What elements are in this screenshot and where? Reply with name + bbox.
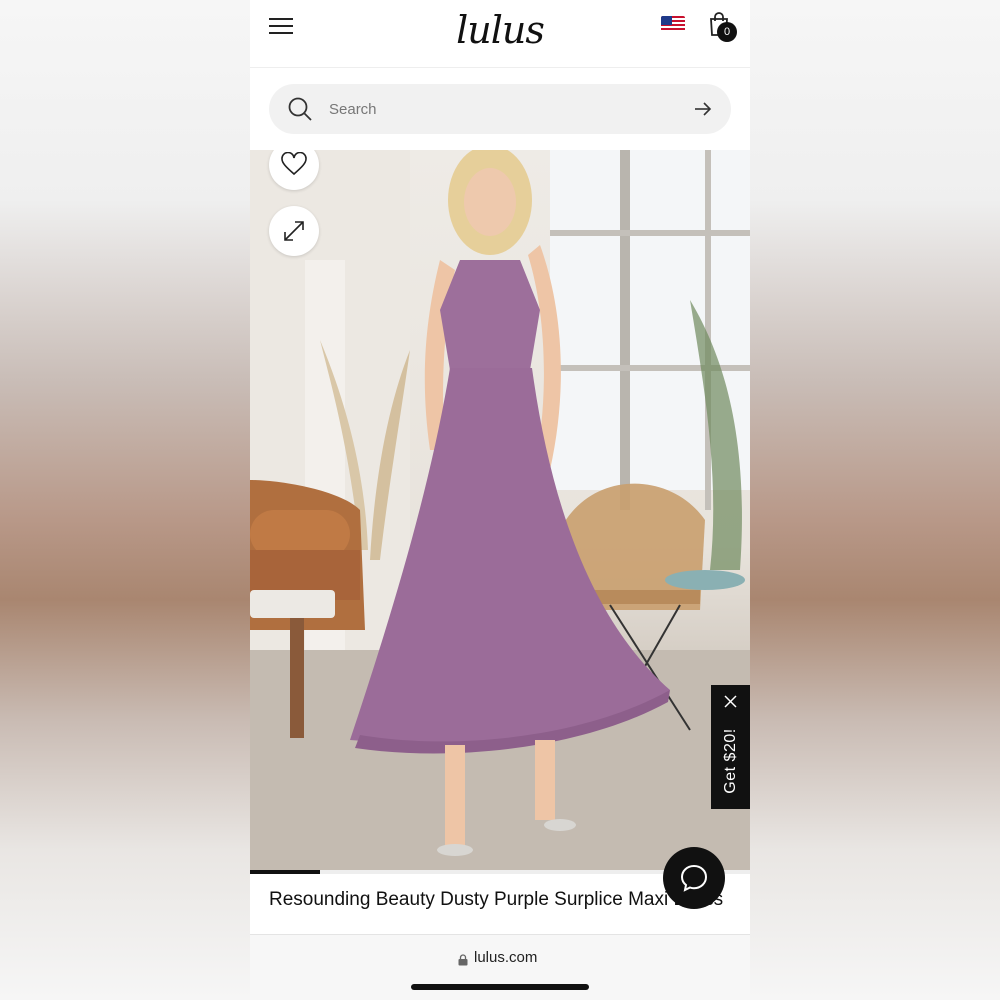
search-icon [287, 96, 313, 122]
logo[interactable]: lulus [450, 8, 550, 52]
expand-image-button[interactable] [269, 206, 319, 256]
arrow-right-icon[interactable] [694, 101, 712, 117]
search-input[interactable] [329, 95, 679, 123]
image-carousel-progress-fill [250, 870, 320, 874]
browser-address-bar[interactable]: lulus.com [250, 934, 750, 1000]
promo-label[interactable]: Get $20! [721, 717, 741, 805]
product-image[interactable]: Get $20! [250, 150, 750, 870]
menu-icon[interactable] [269, 18, 293, 36]
chat-icon [680, 864, 708, 892]
us-flag-icon[interactable] [661, 16, 685, 32]
home-indicator[interactable] [411, 984, 589, 990]
chat-button[interactable] [663, 847, 725, 909]
site-header: lulus 0 [250, 0, 750, 68]
product-photo [250, 150, 750, 870]
blurred-background-right [750, 0, 1000, 1000]
blurred-background-left [0, 0, 250, 1000]
expand-icon [284, 221, 304, 241]
url-text[interactable]: lulus.com [474, 949, 537, 966]
lock-icon [458, 953, 468, 966]
cart-count-badge: 0 [717, 22, 737, 42]
heart-icon [281, 152, 307, 176]
close-icon[interactable] [724, 695, 737, 708]
search-bar[interactable] [269, 84, 731, 134]
promo-tab[interactable]: Get $20! [711, 685, 750, 809]
phone-screen: lulus 0 Search Get $20! Resounding Beaut… [250, 0, 750, 1000]
